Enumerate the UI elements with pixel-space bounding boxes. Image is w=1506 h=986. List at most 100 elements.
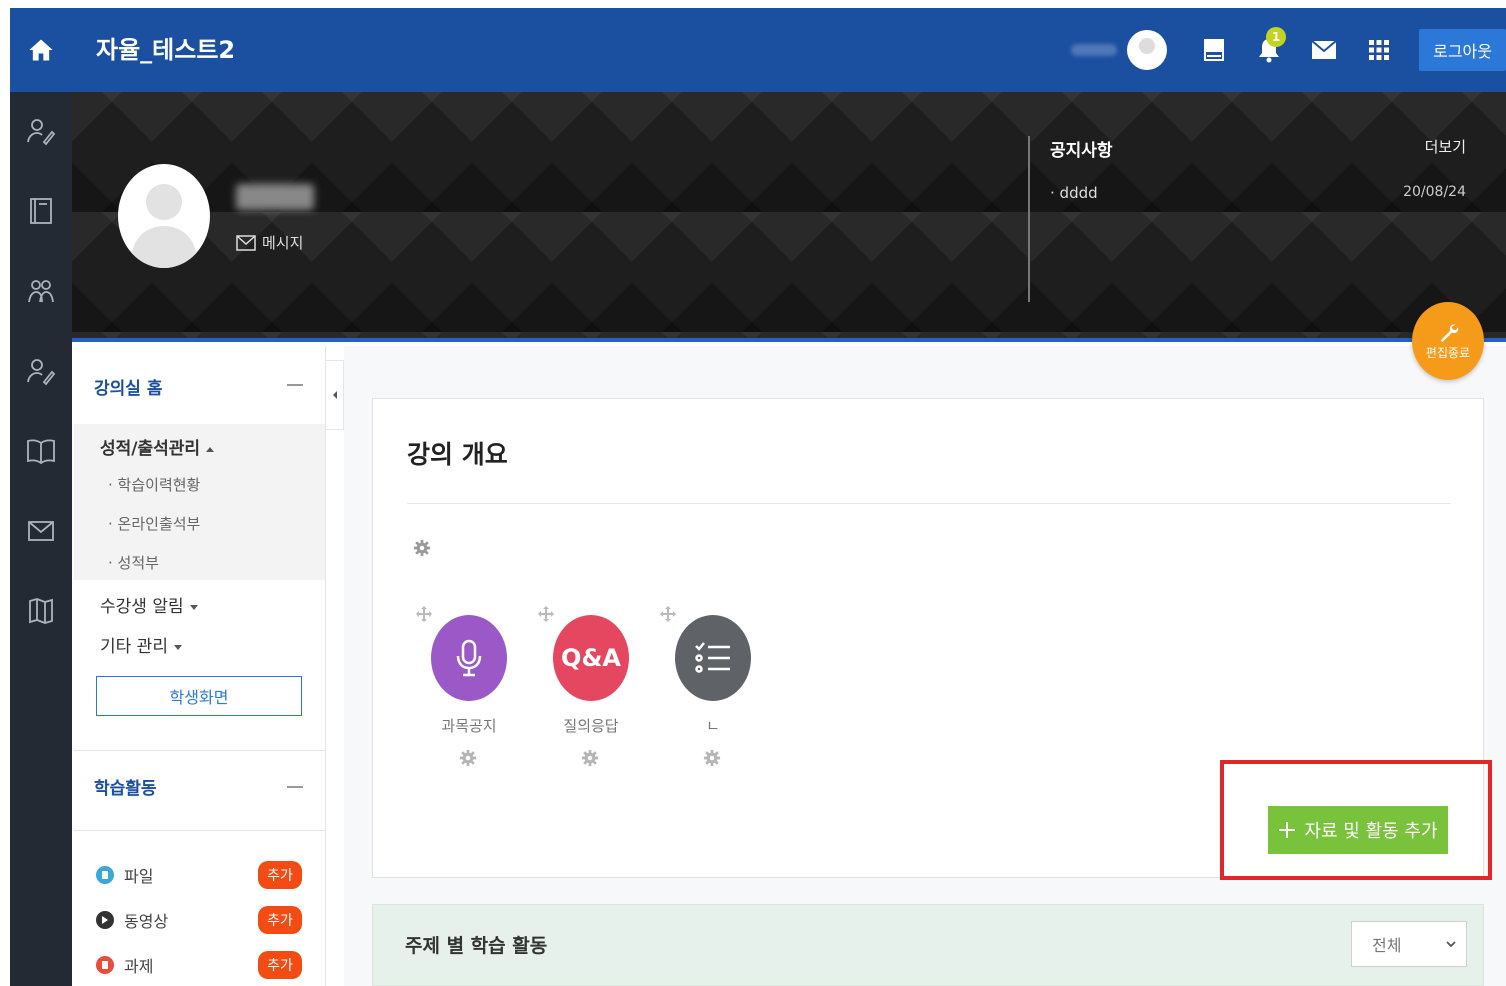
course-banner: 메시지 공지사항 더보기 · dddd 20/08/24 <box>72 92 1506 342</box>
layout-button[interactable] <box>1199 35 1229 65</box>
message-link[interactable]: 메시지 <box>236 232 303 253</box>
topic-activity-header: 주제 별 학습 활동 전체 <box>372 904 1484 986</box>
notice-item-date: 20/08/24 <box>1403 184 1466 200</box>
edit-mode-button[interactable]: 편집종료 <box>1412 302 1484 380</box>
sidebar-sub-attendance[interactable]: · 온라인출석부 <box>108 513 200 534</box>
home-icon <box>29 39 53 61</box>
overview-title: 강의 개요 <box>407 440 508 469</box>
edit-mode-label: 편집종료 <box>1425 345 1471 360</box>
topic-filter-select[interactable]: 전체 <box>1351 921 1467 967</box>
site-title[interactable]: 자율_테스트2 <box>96 30 235 65</box>
rail-users[interactable] <box>24 274 58 308</box>
module-label[interactable]: 질의응답 <box>531 715 651 736</box>
sidebar-item-other[interactable]: 기타 관리 <box>100 632 182 657</box>
notice-item-title: dddd <box>1059 184 1098 202</box>
add-file-button[interactable]: 추가 <box>258 861 302 889</box>
rail-open-book[interactable] <box>24 434 58 468</box>
activity-label: 동영상 <box>124 912 169 931</box>
checklist-icon <box>695 642 730 673</box>
move-icon[interactable] <box>537 605 555 623</box>
user-avatar[interactable] <box>1127 30 1168 70</box>
move-icon[interactable] <box>659 605 677 623</box>
app-window: 자율_테스트2 1 로그아웃 메시지 공지사항 더보기 · dddd 20/08… <box>10 8 1506 986</box>
caret-left-icon <box>332 391 337 399</box>
icon-rail <box>10 92 72 986</box>
notice-more-link[interactable]: 더보기 <box>1425 136 1466 157</box>
user-edit-icon <box>27 359 56 386</box>
module-checklist[interactable] <box>675 615 751 701</box>
banner-divider <box>1028 136 1030 302</box>
logout-button[interactable]: 로그아웃 <box>1419 29 1506 71</box>
rail-mail[interactable] <box>24 514 58 548</box>
notification-badge: 1 <box>1266 27 1287 47</box>
module-gear-icon[interactable] <box>459 749 477 767</box>
collapse-activities-icon[interactable] <box>287 786 303 788</box>
sidebar-collapse-toggle[interactable] <box>326 360 344 430</box>
module-label[interactable]: 과목공지 <box>409 715 529 736</box>
envelope-icon <box>236 234 256 251</box>
file-icon <box>96 866 114 884</box>
wrench-icon <box>1440 324 1459 342</box>
assignment-icon <box>96 956 114 974</box>
mail-icon <box>1311 40 1337 59</box>
rail-user-edit-2[interactable] <box>24 354 58 388</box>
student-view-button[interactable]: 학생화면 <box>96 676 302 716</box>
overview-divider <box>407 503 1451 504</box>
sidebar-divider <box>74 750 325 751</box>
sidebar-divider <box>74 830 325 831</box>
user-edit-icon <box>27 119 56 146</box>
module-qa[interactable]: Q&A <box>553 615 629 701</box>
module-gear-icon[interactable] <box>703 749 721 767</box>
top-bar: 자율_테스트2 1 로그아웃 <box>10 8 1506 92</box>
topic-title: 주제 별 학습 활동 <box>405 935 548 957</box>
mail-button[interactable] <box>1309 35 1339 65</box>
open-book-icon <box>27 439 55 465</box>
course-sidebar: 강의실 홈 성적/출석관리 · 학습이력현황 · 온라인출석부 · 성적부 수강… <box>74 346 326 986</box>
section-gear-icon[interactable] <box>413 539 431 557</box>
mail-outline-icon <box>28 521 54 541</box>
play-icon <box>96 911 114 929</box>
notification-button[interactable]: 1 <box>1254 27 1287 65</box>
other-label: 기타 관리 <box>100 637 168 657</box>
grid-icon <box>1369 40 1390 60</box>
activity-row-video: 동영상 추가 <box>96 905 302 935</box>
module-notice[interactable] <box>431 615 507 701</box>
rail-book[interactable] <box>24 194 58 228</box>
caret-down-icon <box>189 604 198 610</box>
activity-row-file: 파일 추가 <box>96 860 302 890</box>
module-label[interactable]: ㄴ <box>653 715 773 736</box>
highlight-annotation-box <box>1220 760 1492 880</box>
book-icon <box>30 198 52 224</box>
rail-user-edit[interactable] <box>24 114 58 148</box>
home-button[interactable] <box>10 8 72 92</box>
chevron-down-icon <box>1446 941 1456 947</box>
activities-title: 학습활동 <box>94 779 157 799</box>
rail-map[interactable] <box>24 594 58 628</box>
sidebar-sub-gradebook[interactable]: · 성적부 <box>108 552 159 573</box>
microphone-icon <box>456 639 482 677</box>
layout-icon <box>1204 39 1225 61</box>
notice-item[interactable]: · dddd <box>1050 184 1098 202</box>
sidebar-item-grades[interactable]: 성적/출석관리 <box>100 434 215 459</box>
professor-name-blurred <box>236 184 314 210</box>
users-icon <box>28 280 54 303</box>
sidebar-sub-history[interactable]: · 학습이력현황 <box>108 474 200 495</box>
sidebar-item-notify[interactable]: 수강생 알림 <box>100 592 198 617</box>
top-icons: 1 로그아웃 <box>1071 8 1506 92</box>
activity-row-assignment: 과제 추가 <box>96 950 302 980</box>
activity-label: 과제 <box>124 957 154 976</box>
activity-label: 파일 <box>124 867 154 886</box>
collapse-home-icon[interactable] <box>287 384 303 386</box>
sub-label: 온라인출석부 <box>117 515 201 533</box>
module-gear-icon[interactable] <box>581 749 599 767</box>
message-label: 메시지 <box>262 234 304 252</box>
move-icon[interactable] <box>415 605 433 623</box>
add-assignment-button[interactable]: 추가 <box>258 951 302 979</box>
grades-label: 성적/출석관리 <box>100 439 201 459</box>
apps-button[interactable] <box>1364 35 1394 65</box>
profile-avatar <box>118 164 210 268</box>
sidebar-home-link[interactable]: 강의실 홈 <box>94 374 162 399</box>
add-video-button[interactable]: 추가 <box>258 906 302 934</box>
sub-label: 학습이력현황 <box>117 476 201 494</box>
select-value: 전체 <box>1372 936 1402 955</box>
